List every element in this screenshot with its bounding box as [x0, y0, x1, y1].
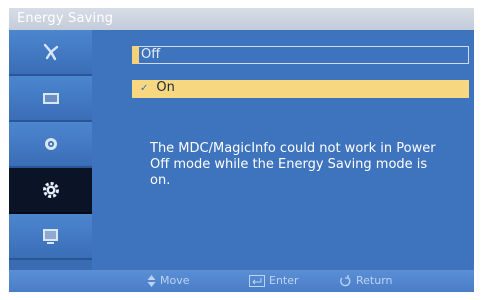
- sidebar: [9, 30, 92, 270]
- option-off-label: Off: [141, 47, 161, 62]
- return-label: Return: [356, 274, 393, 287]
- option-on[interactable]: ✓ On: [132, 80, 469, 98]
- enter-label: Enter: [269, 274, 299, 287]
- check-icon: ✓: [140, 83, 149, 94]
- return-hint: Return: [339, 270, 393, 292]
- content-panel: Off ✓ On The MDC/MagicInfo could not work…: [92, 30, 474, 270]
- sidebar-item-picture[interactable]: [9, 76, 92, 122]
- setup-gear-icon: [42, 182, 59, 198]
- option-off[interactable]: Off: [132, 46, 469, 64]
- sound-icon: [44, 138, 57, 150]
- return-icon: [340, 275, 351, 287]
- move-hint: Move: [147, 270, 190, 292]
- enter-hint: Enter: [249, 270, 299, 292]
- info-message: The MDC/MagicInfo could not work in Powe…: [150, 141, 436, 188]
- picture-icon: [42, 93, 59, 104]
- sidebar-item-input[interactable]: [9, 214, 92, 260]
- input-icon: [42, 229, 58, 244]
- sidebar-item-setup[interactable]: [9, 168, 92, 214]
- footer-hints: Move Enter Return: [9, 270, 474, 292]
- move-arrows-icon: [147, 275, 156, 287]
- antenna-icon: [43, 43, 58, 61]
- window-title: Energy Saving: [9, 8, 474, 30]
- option-on-label: On: [156, 80, 175, 95]
- move-label: Move: [160, 274, 190, 287]
- option-marker: [132, 46, 139, 64]
- enter-icon: [249, 275, 265, 287]
- osd-window: Energy Saving Off ✓ On The MDC/MagicInfo…: [9, 8, 474, 292]
- sidebar-item-sound[interactable]: [9, 122, 92, 168]
- sidebar-item-antenna[interactable]: [9, 30, 92, 76]
